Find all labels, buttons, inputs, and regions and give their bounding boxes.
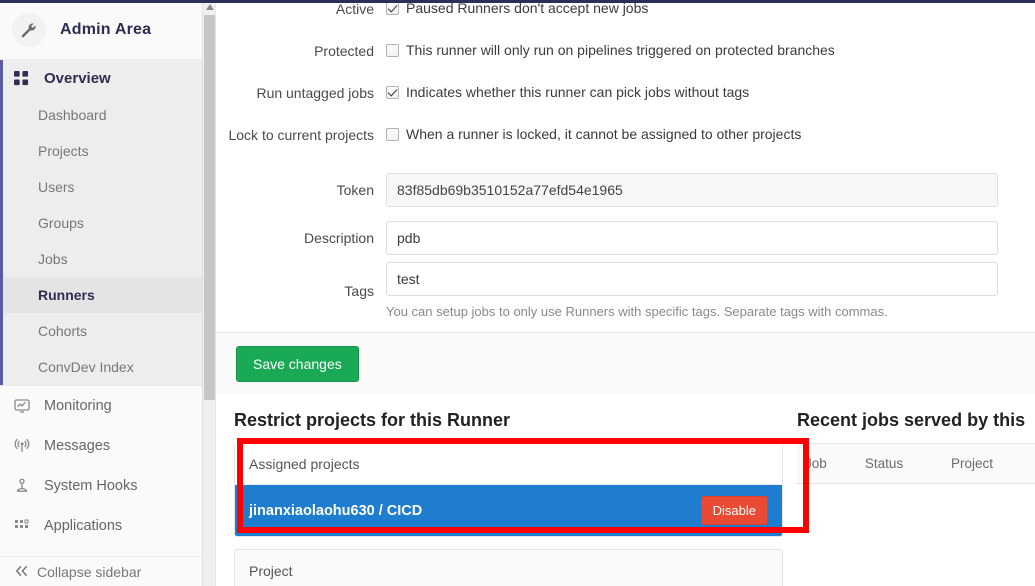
restrict-projects-title: Restrict projects for this Runner	[234, 410, 511, 430]
form-row-description: Description	[216, 214, 1035, 262]
chevron-double-left-icon	[14, 564, 29, 580]
sidebar-scrollbar-thumb[interactable]	[204, 15, 215, 400]
lock-projects-checkbox-label: When a runner is locked, it cannot be as…	[406, 126, 802, 142]
field-label-tags: Tags	[344, 282, 374, 299]
collapse-sidebar-label: Collapse sidebar	[37, 563, 142, 580]
column-header-status: Status	[856, 443, 943, 484]
field-label-protected: Protected	[314, 43, 374, 59]
form-row-active: Active Paused Runners don't accept new j…	[216, 0, 1035, 42]
sidebar-group-overview: Overview Dashboard Projects Users Groups…	[0, 60, 215, 385]
field-label-description: Description	[303, 229, 374, 246]
lock-projects-checkbox[interactable]	[386, 128, 399, 141]
form-row-tags: Tags You can setup jobs to only use Runn…	[216, 262, 1035, 320]
admin-runner-edit-page: Admin Area Overview Dashboard Projects U…	[0, 0, 1035, 586]
sidebar-item-label: System Hooks	[44, 478, 138, 494]
assigned-project-name: jinanxiaolaohu630 / CICD	[249, 502, 423, 519]
sidebar-brand[interactable]: Admin Area	[0, 0, 215, 60]
sidebar-item-label: Users	[38, 179, 75, 195]
sidebar-item-label: Dashboard	[38, 107, 107, 123]
run-untagged-checkbox-label: Indicates whether this runner can pick j…	[406, 84, 750, 100]
sidebar-item-label: ConvDev Index	[38, 359, 134, 375]
grid-icon	[14, 71, 36, 86]
sidebar-item-label: Runners	[38, 287, 95, 303]
sidebar-item-label: Projects	[38, 143, 89, 159]
runner-settings-form: Active Paused Runners don't accept new j…	[216, 0, 1035, 394]
sidebar-item-label: Monitoring	[44, 398, 112, 414]
sidebar-item-cohorts[interactable]: Cohorts	[3, 313, 215, 349]
form-row-token: Token	[216, 166, 1035, 214]
run-untagged-checkbox[interactable]	[386, 86, 399, 99]
protected-checkbox-label: This runner will only run on pipelines t…	[406, 42, 835, 58]
field-label-token: Token	[336, 181, 374, 198]
sidebar-scrollbar[interactable]	[202, 0, 215, 586]
protected-checkbox[interactable]	[386, 44, 399, 57]
monitor-icon	[14, 398, 38, 414]
table-header-row: Job Status Project	[797, 443, 1035, 484]
collapse-sidebar-button[interactable]: Collapse sidebar	[0, 556, 203, 586]
project-search-header: Project	[249, 563, 293, 579]
column-header-project: Project	[942, 443, 1035, 484]
sidebar-item-jobs[interactable]: Jobs	[3, 241, 215, 277]
sidebar-item-overview[interactable]: Overview	[3, 60, 215, 97]
broadcast-icon	[14, 438, 38, 454]
assigned-projects-card: Assigned projects jinanxiaolaohu630 / CI…	[234, 443, 783, 537]
wrench-icon	[12, 12, 46, 47]
sidebar-item-users[interactable]: Users	[3, 169, 215, 205]
sidebar-item-label: Groups	[38, 215, 84, 231]
hook-icon	[14, 478, 38, 494]
admin-area-title: Admin Area	[60, 20, 152, 38]
form-row-protected: Protected This runner will only run on p…	[216, 42, 1035, 84]
sidebar-item-label: Cohorts	[38, 323, 88, 339]
assigned-projects-header: Assigned projects	[235, 444, 782, 485]
save-changes-button[interactable]: Save changes	[236, 345, 359, 382]
field-label-run-untagged: Run untagged jobs	[256, 85, 374, 101]
main-content: Active Paused Runners don't accept new j…	[216, 0, 1035, 586]
sidebar-overview-label: Overview	[44, 70, 111, 87]
form-row-run-untagged: Run untagged jobs Indicates whether this…	[216, 84, 1035, 126]
sidebar-item-system-hooks[interactable]: System Hooks	[0, 466, 215, 506]
tags-input[interactable]	[386, 262, 998, 296]
admin-sidebar: Admin Area Overview Dashboard Projects U…	[0, 0, 216, 586]
top-chrome-strip	[0, 0, 1035, 3]
sidebar-item-messages[interactable]: Messages	[0, 426, 215, 466]
project-search-card: Project	[234, 549, 783, 586]
tags-help-text: You can setup jobs to only use Runners w…	[386, 304, 888, 319]
apps-icon	[14, 518, 38, 534]
sidebar-item-label: Applications	[44, 518, 123, 534]
sidebar-item-projects[interactable]: Projects	[3, 133, 215, 169]
description-input[interactable]	[386, 221, 998, 255]
token-input[interactable]	[386, 173, 998, 207]
sidebar-item-dashboard[interactable]: Dashboard	[3, 97, 215, 133]
sidebar-item-runners[interactable]: Runners	[3, 277, 215, 313]
column-header-job: Job	[797, 443, 857, 484]
assigned-project-row[interactable]: jinanxiaolaohu630 / CICD Disable	[235, 485, 782, 536]
form-footer: Save changes	[216, 332, 1035, 394]
restrict-projects-panel: Restrict projects for this Runner Assign…	[216, 410, 809, 586]
sidebar-item-label: Jobs	[38, 251, 68, 267]
field-label-lock-projects: Lock to current projects	[228, 127, 374, 143]
active-checkbox[interactable]	[386, 2, 399, 15]
sidebar-item-label: Messages	[44, 438, 111, 454]
recent-jobs-title: Recent jobs served by this	[797, 410, 1026, 430]
recent-jobs-table: Job Status Project	[797, 443, 1035, 484]
sidebar-item-monitoring[interactable]: Monitoring	[0, 386, 215, 426]
form-row-lock-projects: Lock to current projects When a runner i…	[216, 126, 1035, 166]
recent-jobs-panel: Recent jobs served by this Job Status Pr…	[783, 410, 1035, 586]
sidebar-item-convdev-index[interactable]: ConvDev Index	[3, 349, 215, 385]
disable-project-button[interactable]: Disable	[700, 496, 768, 525]
sidebar-item-applications[interactable]: Applications	[0, 506, 215, 546]
panels-row: Restrict projects for this Runner Assign…	[216, 410, 1035, 586]
sidebar-item-groups[interactable]: Groups	[3, 205, 215, 241]
